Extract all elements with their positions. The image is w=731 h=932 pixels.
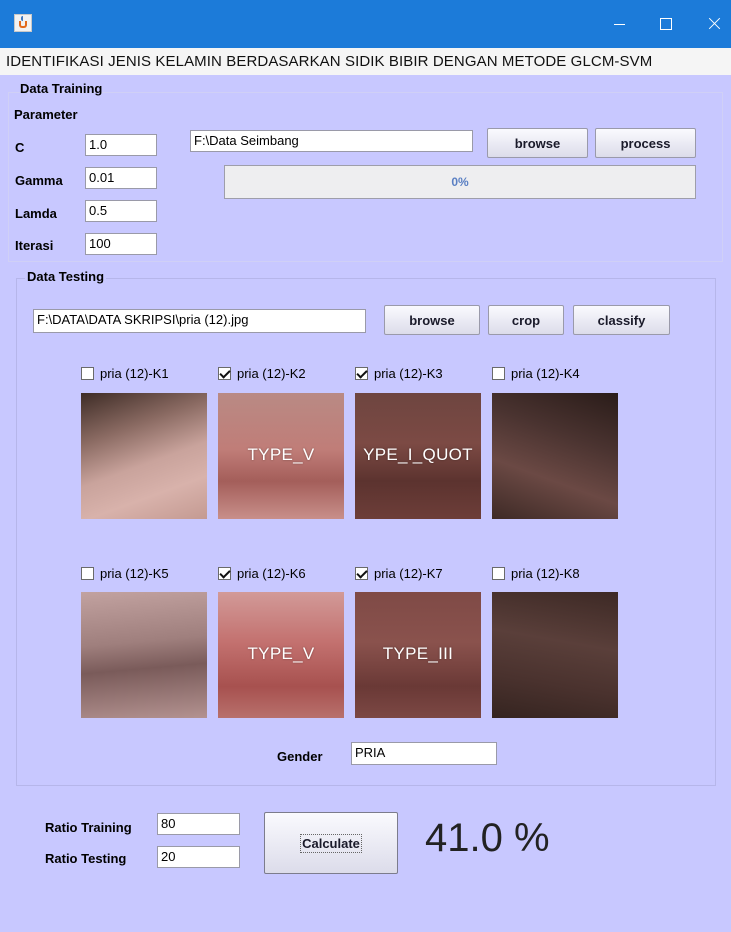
crop-label-k1: pria (12)-K1 [100,366,169,381]
crop-checkbox-k5[interactable]: pria (12)-K5 [81,566,169,581]
crop-checkbox-k7[interactable]: pria (12)-K7 [355,566,443,581]
crop-label-k2: pria (12)-K2 [237,366,306,381]
crop-button[interactable]: crop [488,305,564,335]
checkbox-box-checked[interactable] [218,367,231,380]
crop-checkbox-k6[interactable]: pria (12)-K6 [218,566,306,581]
overlay-label-k7: TYPE_III [382,644,454,663]
overlay-label-k3: YPE_I_QUOT [363,445,473,464]
main-panel: IDENTIFIKASI JENIS KELAMIN BERDASARKAN S… [0,48,731,932]
minimize-icon[interactable] [606,10,636,38]
gender-output: PRIA [351,742,497,765]
testing-section-label: Data Testing [25,269,107,284]
ratio-testing-input[interactable]: 20 [157,846,240,868]
app-title: IDENTIFIKASI JENIS KELAMIN BERDASARKAN S… [0,48,731,75]
param-gamma-input[interactable]: 0.01 [85,167,157,189]
calculate-label: Calculate [300,833,362,853]
checkbox-box[interactable] [492,567,505,580]
crop-checkbox-k1[interactable]: pria (12)-K1 [81,366,169,381]
accuracy-result: 41.0 % [425,816,550,860]
param-c-input[interactable]: 1.0 [85,134,157,156]
parameter-label: Parameter [14,107,78,122]
lip-crop-image-k1 [81,393,207,519]
param-c-label: C [15,140,25,155]
checkbox-box[interactable] [492,367,505,380]
overlay-label-k2: TYPE_V [247,445,315,464]
java-app-icon [14,14,32,32]
lip-crop-image-k8 [492,592,618,718]
lip-crop-image-k3: YPE_I_QUOT [355,393,481,519]
overlay-label-k6: TYPE_V [247,644,315,663]
lip-crop-image-k7: TYPE_III [355,592,481,718]
training-progress-bar: 0% [224,165,696,199]
ratio-training-label: Ratio Training [45,820,132,835]
param-gamma-label: Gamma [15,173,63,188]
crop-checkbox-k4[interactable]: pria (12)-K4 [492,366,580,381]
ratio-testing-label: Ratio Testing [45,851,127,866]
calculate-button[interactable]: Calculate [264,812,398,874]
crop-label-k5: pria (12)-K5 [100,566,169,581]
checkbox-box-checked[interactable] [355,567,368,580]
crop-label-k8: pria (12)-K8 [511,566,580,581]
crop-label-k7: pria (12)-K7 [374,566,443,581]
process-button[interactable]: process [595,128,696,158]
checkbox-box[interactable] [81,567,94,580]
testing-browse-button[interactable]: browse [384,305,480,335]
lip-crop-image-k4 [492,393,618,519]
param-lamda-label: Lamda [15,206,57,221]
crop-label-k4: pria (12)-K4 [511,366,580,381]
checkbox-box[interactable] [81,367,94,380]
maximize-icon[interactable] [652,10,682,38]
lip-crop-image-k2: TYPE_V [218,393,344,519]
param-iterasi-label: Iterasi [15,238,54,253]
classify-button[interactable]: classify [573,305,670,335]
progress-text: 0% [451,175,469,189]
param-iterasi-input[interactable]: 100 [85,233,157,255]
close-icon[interactable] [700,10,730,38]
lip-crop-image-k5 [81,592,207,718]
crop-label-k3: pria (12)-K3 [374,366,443,381]
crop-checkbox-k8[interactable]: pria (12)-K8 [492,566,580,581]
window-title-bar [0,0,731,48]
training-browse-button[interactable]: browse [487,128,588,158]
ratio-training-input[interactable]: 80 [157,813,240,835]
training-path-input[interactable]: F:\Data Seimbang [190,130,473,152]
training-section-label: Data Training [20,81,103,96]
param-lamda-input[interactable]: 0.5 [85,200,157,222]
testing-path-input[interactable]: F:\DATA\DATA SKRIPSI\pria (12).jpg [33,309,366,333]
gender-label: Gender [277,749,323,764]
checkbox-box-checked[interactable] [355,367,368,380]
crop-checkbox-k3[interactable]: pria (12)-K3 [355,366,443,381]
crop-label-k6: pria (12)-K6 [237,566,306,581]
crop-checkbox-k2[interactable]: pria (12)-K2 [218,366,306,381]
checkbox-box-checked[interactable] [218,567,231,580]
lip-crop-image-k6: TYPE_V [218,592,344,718]
